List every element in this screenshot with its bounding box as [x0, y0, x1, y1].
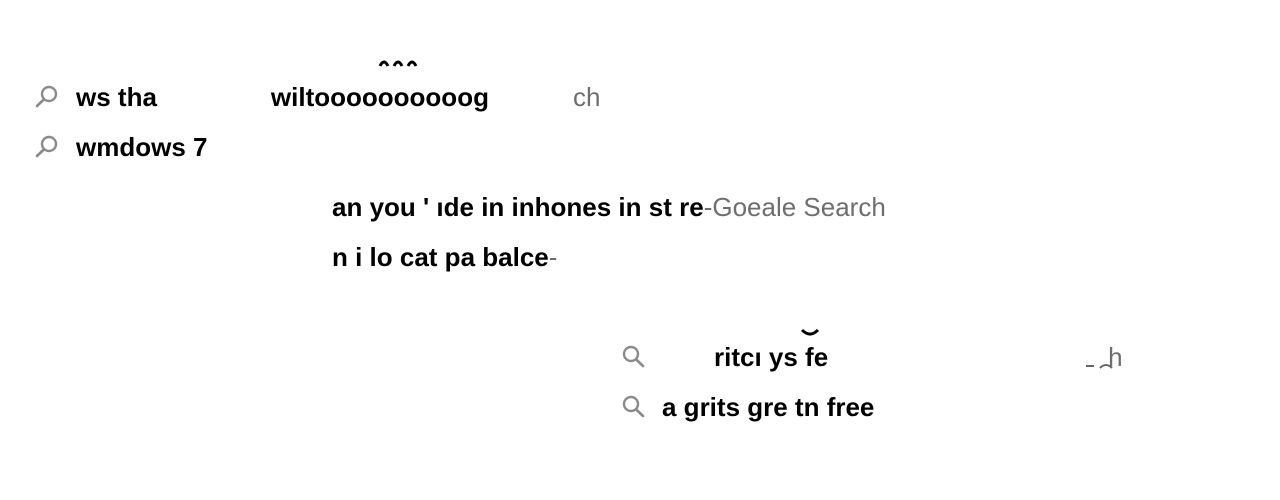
- suggestion-suffix: Goeale Search: [712, 192, 886, 222]
- suggestion-row[interactable]: an you ' ıde in inhones in st re - Goeal…: [290, 190, 886, 224]
- search-icon: [34, 133, 62, 161]
- suggestion-query: ritcı ys fe: [714, 342, 829, 372]
- suggestion-query-tail: wiltoooooooooog: [270, 82, 489, 112]
- suggestion-query: a grits gre tn free: [662, 392, 875, 422]
- suggestion-row[interactable]: ritcı ys fe h: [620, 340, 1123, 374]
- suggestion-suffix: ch: [572, 82, 601, 112]
- suggestion-row[interactable]: n i lo cat pa balce -: [290, 240, 557, 274]
- suggestion-row[interactable]: wmdows 7: [34, 130, 207, 164]
- search-icon: [34, 83, 62, 111]
- suggestion-query: an you ' ıde in inhones in st re: [332, 192, 704, 222]
- search-icon: [620, 393, 648, 421]
- glyph-fragment: [378, 60, 418, 67]
- suggestion-query: wmdows 7: [76, 132, 208, 162]
- suggestion-query: ws tha: [76, 82, 157, 112]
- suggestion-row[interactable]: ws tha wiltoooooooooog ch: [34, 80, 600, 114]
- search-icon: [620, 343, 648, 371]
- glyph-fragment: [800, 328, 820, 336]
- suggestion-separator: -: [703, 192, 713, 222]
- suggestion-separator: -: [548, 242, 558, 272]
- search-suggestions-panel: ws tha wiltoooooooooog ch wmdows 7 an yo…: [0, 0, 1280, 500]
- suggestion-query: n i lo cat pa balce: [332, 242, 549, 272]
- glyph-fragment: [1086, 364, 1113, 369]
- suggestion-row[interactable]: a grits gre tn free: [620, 390, 874, 424]
